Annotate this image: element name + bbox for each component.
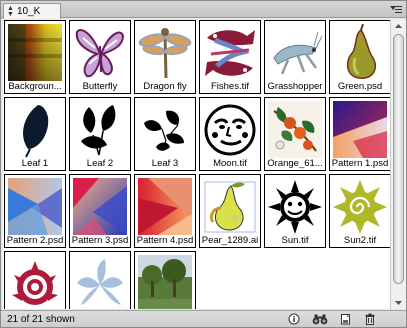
library-item-label: Dragon fly [143, 81, 187, 92]
library-item-label: Pattern 1.psd [331, 158, 389, 169]
scroll-up-arrow-icon[interactable] [391, 20, 406, 32]
red-sun-thumbnail [8, 255, 62, 309]
library-item-label: Butterfly [82, 81, 118, 92]
panel-menu-icon[interactable] [390, 5, 402, 15]
pattern3-thumbnail [73, 178, 127, 235]
vertical-scrollbar[interactable] [390, 20, 406, 309]
item-count-text: 21 of 21 shown [7, 314, 75, 325]
pear-thumbnail [333, 24, 387, 81]
sun2-thumbnail [333, 178, 387, 235]
pattern4-thumbnail [138, 178, 192, 235]
library-panel: ▲ ▼ 10_K Backgroun... Butterfly Dragon fly F… [0, 0, 407, 328]
library-item-label: Fishes.tif [210, 81, 249, 92]
library-item-label: Pattern 2.psd [6, 235, 64, 246]
trash-icon[interactable] [363, 313, 377, 325]
library-item[interactable]: Leaf 1 [4, 97, 66, 171]
tab-bar: ▲ ▼ 10_K [1, 1, 406, 19]
library-item-label: Leaf 2 [86, 158, 114, 169]
library-item[interactable]: Sun.tif [264, 174, 326, 248]
scroll-down-arrow-icon[interactable] [391, 297, 406, 309]
library-item[interactable]: Orange_61... [264, 97, 326, 171]
thumbnail-view: Backgroun... Butterfly Dragon fly Fishes.ti… [3, 20, 390, 309]
library-item[interactable]: Sun2.tif [329, 174, 390, 248]
dragonfly-thumbnail [138, 24, 192, 81]
info-icon[interactable] [287, 313, 301, 325]
library-item-label: Orange_61... [267, 158, 323, 169]
library-item-label: Moon.tif [213, 158, 247, 169]
leaf2-thumbnail [73, 101, 127, 158]
library-item-label: Pear_1289.ai [201, 235, 259, 246]
library-item[interactable]: Pear_1289.ai [199, 174, 261, 248]
library-item[interactable]: Leaf 3 [134, 97, 196, 171]
pattern2-thumbnail [8, 178, 62, 235]
grasshopper-thumbnail [268, 24, 322, 81]
gradient-colors-thumbnail [8, 24, 62, 81]
library-item[interactable]: Moon.tif [199, 97, 261, 171]
library-item-label: Backgroun... [8, 81, 62, 92]
library-item-label: Leaf 1 [21, 158, 49, 169]
library-item[interactable]: Dragon fly [134, 20, 196, 94]
library-item[interactable]: Pattern 4.psd [134, 174, 196, 248]
library-item[interactable]: Backgroun... [4, 20, 66, 94]
leaf1-thumbnail [8, 101, 62, 158]
leaf3-thumbnail [138, 101, 192, 158]
library-item-label: Grasshopper [267, 81, 323, 92]
library-item[interactable]: Fishes.tif [199, 20, 261, 94]
library-item[interactable]: Leaf 2 [69, 97, 131, 171]
pear-ai-thumbnail [203, 178, 257, 235]
library-item-label: Leaf 3 [151, 158, 179, 169]
library-item-label: Green.psd [337, 81, 383, 92]
library-item[interactable] [69, 251, 131, 309]
new-item-icon[interactable] [339, 313, 353, 325]
butterfly-thumbnail [73, 24, 127, 81]
library-item[interactable]: Butterfly [69, 20, 131, 94]
binoculars-icon[interactable] [312, 313, 328, 325]
tab-stepper-icon: ▲ ▼ [7, 4, 14, 18]
library-item[interactable]: Pattern 1.psd [329, 97, 390, 171]
blue-leaves-thumbnail [73, 255, 127, 309]
library-item[interactable] [134, 251, 196, 309]
pattern1-thumbnail [333, 101, 387, 158]
library-item[interactable]: Pattern 2.psd [4, 174, 66, 248]
tab-label: 10_K [17, 6, 41, 17]
tab-library[interactable]: ▲ ▼ 10_K [3, 3, 61, 19]
sun-thumbnail [268, 178, 322, 235]
library-item[interactable]: Pattern 3.psd [69, 174, 131, 248]
library-item-label: Sun.tif [281, 235, 309, 246]
library-item-label: Sun2.tif [343, 235, 377, 246]
tree-photo-thumbnail [138, 255, 192, 309]
library-item[interactable] [4, 251, 66, 309]
library-item[interactable]: Green.psd [329, 20, 390, 94]
library-item-label: Pattern 4.psd [136, 235, 194, 246]
status-bar: 21 of 21 shown [1, 310, 406, 327]
moon-thumbnail [203, 101, 257, 158]
orange-thumbnail [268, 101, 322, 158]
scroll-thumb[interactable] [393, 34, 404, 284]
library-item[interactable]: Grasshopper [264, 20, 326, 94]
fishes-thumbnail [203, 24, 257, 81]
library-item-label: Pattern 3.psd [71, 235, 129, 246]
